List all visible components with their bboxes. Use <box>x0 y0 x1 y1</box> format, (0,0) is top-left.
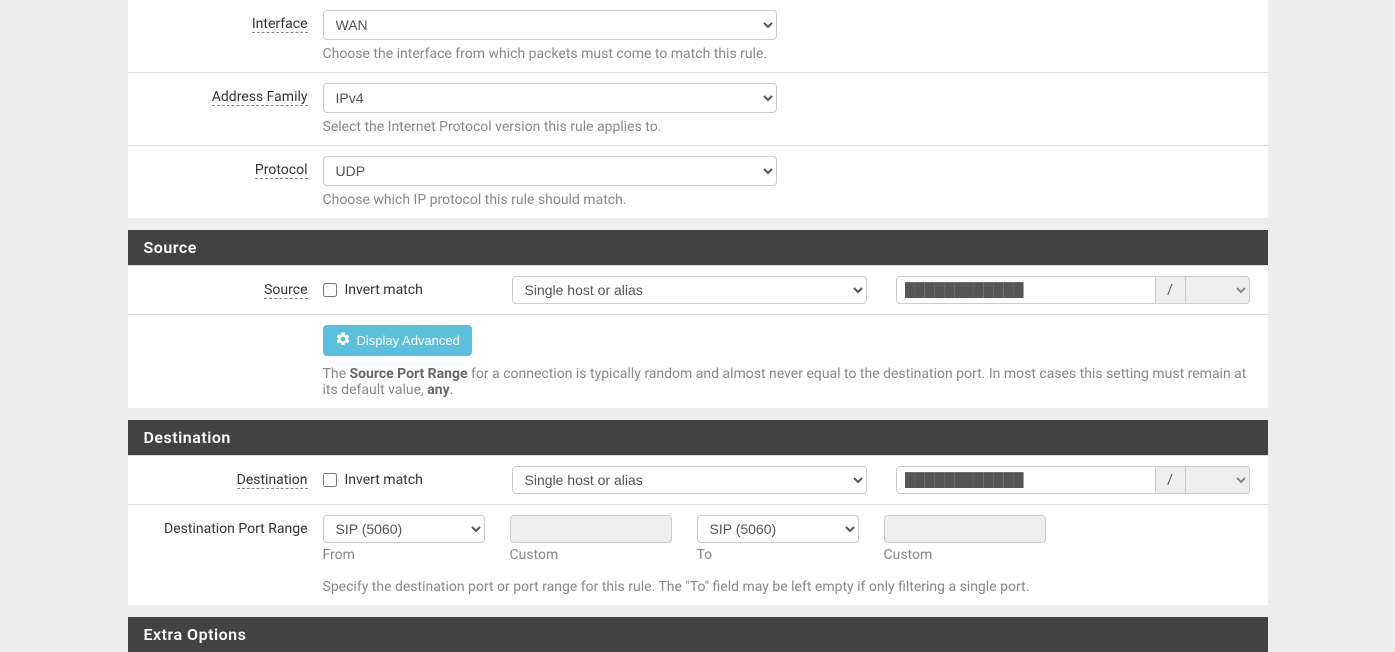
extra-options-panel-header: Extra Options <box>128 617 1268 652</box>
destination-panel-header: Destination <box>128 420 1268 455</box>
display-advanced-label: Display Advanced <box>357 333 460 348</box>
source-invert-label: Invert match <box>345 282 423 298</box>
destination-invert-label: Invert match <box>345 472 423 488</box>
destination-port-help: Specify the destination port or port ran… <box>323 579 1253 595</box>
protocol-help: Choose which IP protocol this rule shoul… <box>323 192 1253 208</box>
destination-port-label: Destination Port Range <box>164 521 307 537</box>
source-slash: / <box>1156 276 1186 304</box>
interface-select[interactable]: WAN <box>323 10 777 40</box>
interface-label: Interface <box>252 16 308 33</box>
source-invert-checkbox[interactable] <box>323 283 337 297</box>
address-family-help: Select the Internet Protocol version thi… <box>323 119 1253 135</box>
source-mask-select[interactable] <box>1186 276 1250 304</box>
source-row: Source Invert match Single host or alias… <box>128 265 1268 314</box>
address-family-label: Address Family <box>212 89 308 106</box>
destination-port-row: Destination Port Range SIP (5060) From C… <box>128 504 1268 573</box>
interface-row: Interface WAN Choose the interface from … <box>128 0 1268 72</box>
destination-address-input[interactable] <box>896 466 1156 494</box>
destination-row: Destination Invert match Single host or … <box>128 455 1268 504</box>
destination-port-help-row: Specify the destination port or port ran… <box>128 573 1268 605</box>
port-to-custom-sublabel: Custom <box>884 547 1046 563</box>
port-from-sublabel: From <box>323 547 485 563</box>
port-to-custom-input[interactable] <box>884 515 1046 543</box>
protocol-select[interactable]: UDP <box>323 156 777 186</box>
interface-help: Choose the interface from which packets … <box>323 46 1253 62</box>
source-type-select[interactable]: Single host or alias <box>512 276 867 304</box>
address-family-select[interactable]: IPv4 <box>323 83 777 113</box>
display-advanced-button[interactable]: Display Advanced <box>323 325 472 356</box>
port-from-custom-sublabel: Custom <box>510 547 672 563</box>
port-from-select[interactable]: SIP (5060) <box>323 515 485 543</box>
destination-invert-checkbox[interactable] <box>323 473 337 487</box>
source-label: Source <box>264 282 307 299</box>
source-address-input[interactable] <box>896 276 1156 304</box>
source-port-desc: The Source Port Range for a connection i… <box>323 366 1253 398</box>
source-panel-header: Source <box>128 230 1268 265</box>
gear-icon <box>335 331 351 350</box>
destination-slash: / <box>1156 466 1186 494</box>
port-to-sublabel: To <box>697 547 859 563</box>
protocol-row: Protocol UDP Choose which IP protocol th… <box>128 145 1268 218</box>
port-to-select[interactable]: SIP (5060) <box>697 515 859 543</box>
protocol-label: Protocol <box>255 162 308 179</box>
destination-type-select[interactable]: Single host or alias <box>512 466 867 494</box>
port-from-custom-input[interactable] <box>510 515 672 543</box>
destination-label: Destination <box>237 472 308 489</box>
source-advanced-row: Display Advanced The Source Port Range f… <box>128 314 1268 408</box>
address-family-row: Address Family IPv4 Select the Internet … <box>128 72 1268 145</box>
destination-mask-select[interactable] <box>1186 466 1250 494</box>
